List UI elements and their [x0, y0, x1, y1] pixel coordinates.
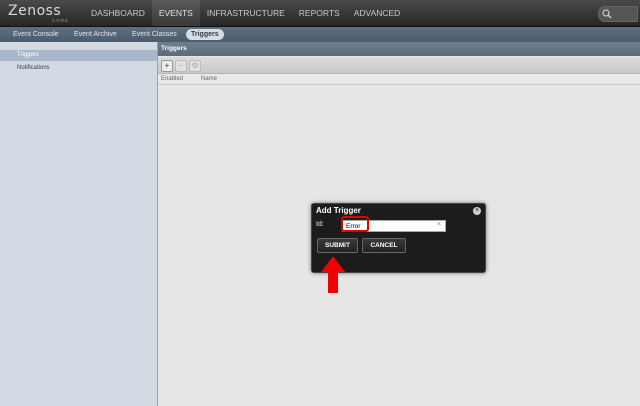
tab-event-archive[interactable]: Event Archive [74, 27, 117, 42]
search-input[interactable] [598, 6, 638, 22]
logo-text: Zenoss [8, 3, 62, 19]
settings-gear-icon[interactable]: ⚙ [189, 60, 201, 72]
tab-event-console[interactable]: Event Console [13, 27, 59, 42]
nav-events[interactable]: EVENTS [151, 0, 200, 26]
close-icon[interactable]: × [473, 207, 481, 215]
tab-triggers[interactable]: Triggers [186, 29, 224, 40]
nav-reports[interactable]: REPORTS [292, 0, 347, 26]
nav-dashboard[interactable]: DASHBOARD [84, 0, 152, 26]
sidebar: Triggers Notifications [0, 42, 158, 406]
zenoss-logo[interactable]: Zenoss CORE [8, 3, 76, 23]
red-arrow-annotation [321, 256, 345, 293]
search-icon [602, 9, 612, 19]
tab-event-classes[interactable]: Event Classes [132, 27, 177, 42]
nav-infrastructure[interactable]: INFRASTRUCTURE [200, 0, 292, 26]
panel-title: Triggers [158, 42, 640, 56]
cancel-button[interactable]: CANCEL [362, 238, 406, 253]
grid-toolbar: + − ⚙ [158, 57, 640, 74]
sidebar-item-notifications[interactable]: Notifications [0, 63, 157, 74]
column-name[interactable]: Name [201, 74, 217, 84]
grid-column-header: Enabled Name [158, 74, 640, 85]
remove-trigger-button[interactable]: − [175, 60, 187, 72]
id-label: Id: [316, 221, 324, 228]
dialog-title: Add Trigger [316, 206, 361, 215]
sub-navigation-bar: Event Console Event Archive Event Classe… [0, 27, 640, 42]
nav-advanced[interactable]: ADVANCED [347, 0, 408, 26]
main-nav: DASHBOARD EVENTS INFRASTRUCTURE REPORTS … [84, 0, 407, 26]
input-highlight-box [341, 216, 369, 232]
clear-field-icon[interactable]: × [437, 221, 441, 228]
add-trigger-button[interactable]: + [161, 60, 173, 72]
top-navigation-bar: Zenoss CORE DASHBOARD EVENTS INFRASTRUCT… [0, 0, 640, 27]
logo-subtext: CORE [52, 18, 70, 23]
sidebar-item-triggers[interactable]: Triggers [0, 50, 157, 61]
column-enabled[interactable]: Enabled [161, 74, 183, 84]
submit-button[interactable]: SUBMIT [317, 238, 358, 253]
